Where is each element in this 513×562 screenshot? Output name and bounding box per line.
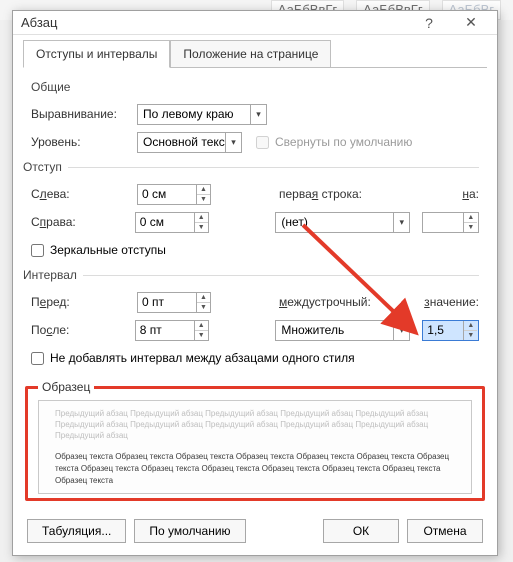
- label-collapsed: Свернуты по умолчанию: [275, 135, 412, 149]
- spinner-down-icon[interactable]: ▼: [197, 303, 210, 312]
- select-first-line[interactable]: (нет) ▾: [275, 212, 410, 233]
- titlebar: Абзац ? ✕: [13, 11, 497, 35]
- input-indent-left[interactable]: ▲▼: [137, 184, 211, 205]
- spinner-up-icon[interactable]: ▲: [197, 185, 210, 195]
- label-indent-by: на:: [395, 187, 479, 201]
- spinner-up-icon[interactable]: ▲: [464, 213, 477, 223]
- close-button[interactable]: ✕: [453, 12, 489, 34]
- label-first-line: первая строка:: [279, 187, 389, 201]
- chevron-down-icon[interactable]: ▾: [225, 133, 241, 152]
- paragraph-dialog: Абзац ? ✕ Отступы и интервалы Положение …: [12, 10, 498, 556]
- dialog-content: Общие Выравнивание: По левому краю ▾ Уро…: [13, 68, 497, 511]
- cancel-button[interactable]: Отмена: [407, 519, 483, 543]
- label-line-spacing: междустрочный:: [279, 295, 389, 309]
- group-indent-heading: Отступ: [23, 160, 479, 174]
- label-outline-level: Уровень:: [31, 135, 131, 149]
- spinner-down-icon[interactable]: ▼: [464, 223, 477, 232]
- label-no-space-same-style: Не добавлять интервал между абзацами одн…: [50, 351, 355, 365]
- select-line-spacing[interactable]: Множитель ▾: [275, 320, 410, 341]
- preview-sample-text: Образец текста Образец текста Образец те…: [55, 451, 455, 487]
- spinner-up-icon[interactable]: ▲: [195, 213, 208, 223]
- label-alignment: Выравнивание:: [31, 107, 131, 121]
- group-interval-heading: Интервал: [23, 268, 479, 282]
- tab-indents-intervals[interactable]: Отступы и интервалы: [23, 40, 170, 68]
- spinner-up-icon[interactable]: ▲: [197, 293, 210, 303]
- label-indent-right: Справа:: [31, 215, 129, 229]
- label-space-before: Перед:: [31, 295, 131, 309]
- label-space-after: После:: [31, 323, 129, 337]
- preview-previous-text: Предыдущий абзац Предыдущий абзац Предыд…: [55, 409, 455, 441]
- input-space-before[interactable]: ▲▼: [137, 292, 211, 313]
- label-line-spacing-value: значение:: [395, 295, 479, 309]
- checkbox-no-space-same-style[interactable]: [31, 352, 44, 365]
- group-general-heading: Общие: [31, 80, 479, 94]
- chevron-down-icon[interactable]: ▾: [393, 213, 409, 232]
- help-button[interactable]: ?: [411, 12, 447, 34]
- input-first-line-by[interactable]: ▲▼: [422, 212, 479, 233]
- checkbox-mirror-indents[interactable]: [31, 244, 44, 257]
- input-line-spacing-value[interactable]: ▲▼: [422, 320, 479, 341]
- tab-strip: Отступы и интервалы Положение на страниц…: [13, 35, 497, 67]
- preview-legend: Образец: [38, 380, 94, 394]
- button-bar: Табуляция... По умолчанию ОК Отмена: [13, 511, 497, 555]
- preview-fieldset: Образец Предыдущий абзац Предыдущий абза…: [25, 380, 485, 501]
- tabs-button[interactable]: Табуляция...: [27, 519, 126, 543]
- default-button[interactable]: По умолчанию: [134, 519, 245, 543]
- dialog-title: Абзац: [21, 15, 405, 30]
- tab-page-position[interactable]: Положение на странице: [170, 40, 331, 68]
- spinner-down-icon[interactable]: ▼: [197, 195, 210, 204]
- spinner-down-icon[interactable]: ▼: [195, 331, 208, 340]
- select-alignment[interactable]: По левому краю ▾: [137, 104, 267, 125]
- label-mirror-indents: Зеркальные отступы: [50, 243, 166, 257]
- spinner-down-icon[interactable]: ▼: [195, 223, 208, 232]
- spinner-up-icon[interactable]: ▲: [464, 321, 477, 331]
- select-outline-level[interactable]: Основной текст ▾: [137, 132, 242, 153]
- input-space-after[interactable]: ▲▼: [135, 320, 209, 341]
- spinner-down-icon[interactable]: ▼: [464, 331, 477, 340]
- preview-box: Предыдущий абзац Предыдущий абзац Предыд…: [38, 400, 472, 494]
- chevron-down-icon[interactable]: ▾: [250, 105, 266, 124]
- label-indent-left: Слева:: [31, 187, 131, 201]
- chevron-down-icon[interactable]: ▾: [393, 321, 409, 340]
- input-indent-right[interactable]: ▲▼: [135, 212, 209, 233]
- ok-button[interactable]: ОК: [323, 519, 399, 543]
- checkbox-collapsed: [256, 136, 269, 149]
- spinner-up-icon[interactable]: ▲: [195, 321, 208, 331]
